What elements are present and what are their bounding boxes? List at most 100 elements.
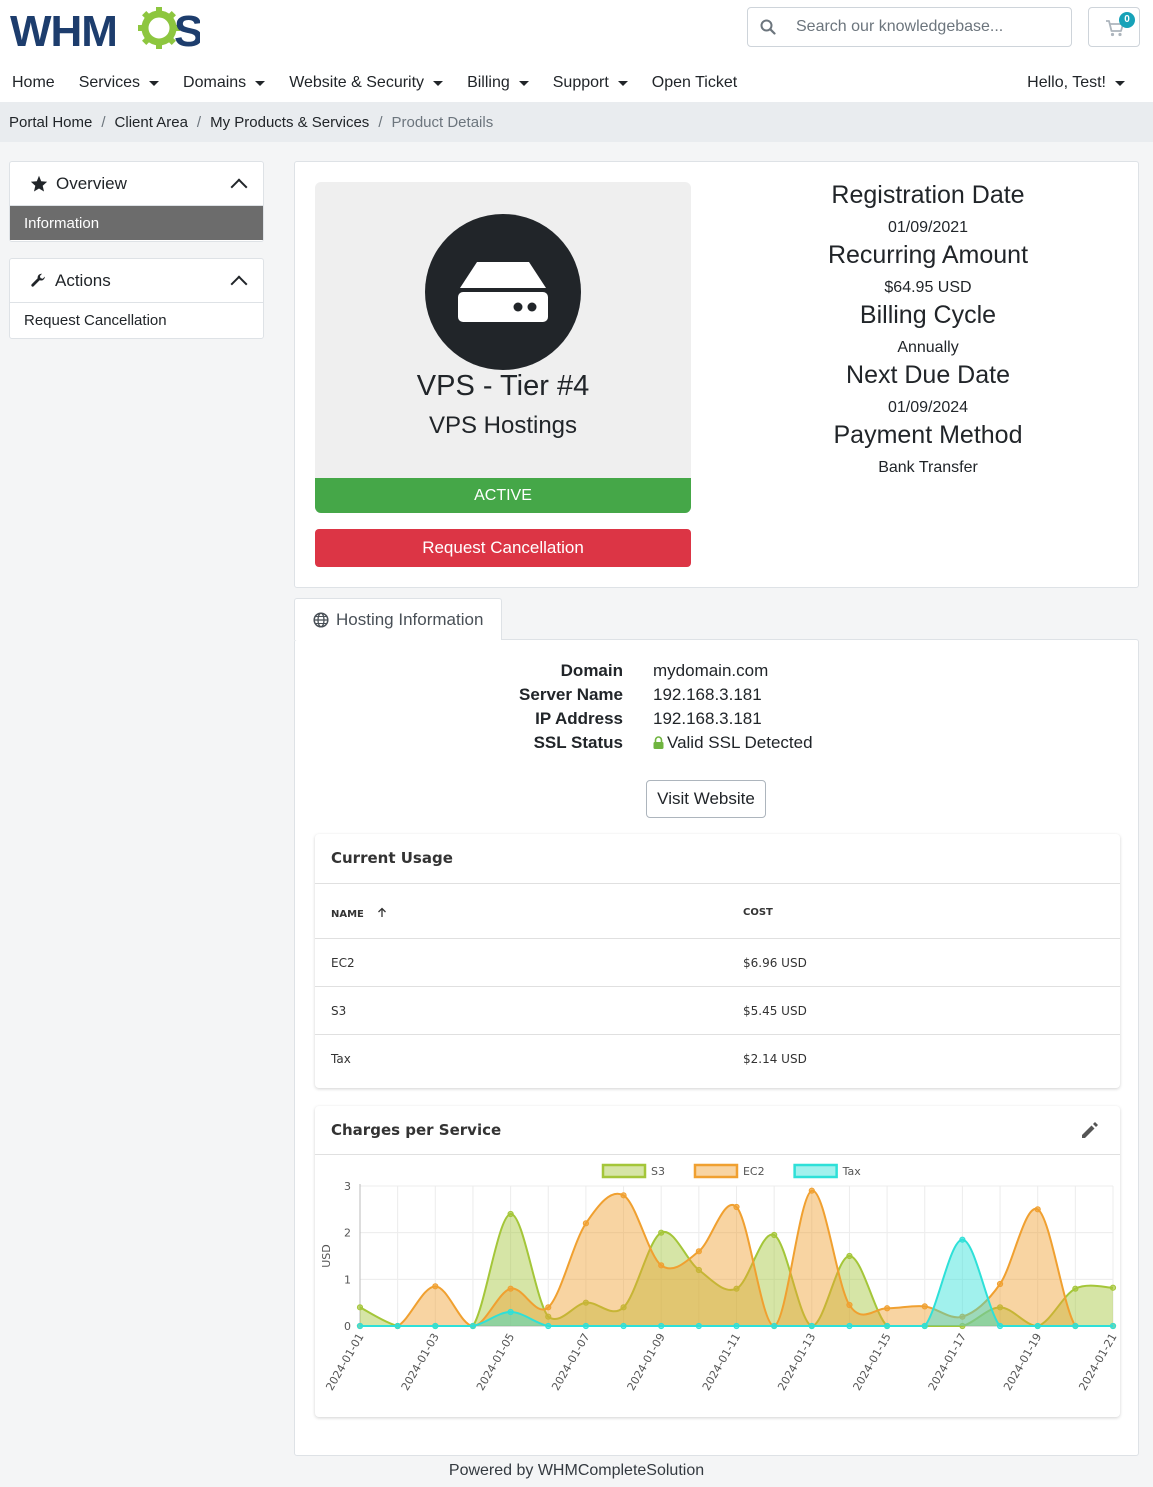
- usage-cost: $2.14 USD: [743, 1052, 807, 1066]
- nav-home[interactable]: Home: [12, 70, 55, 96]
- usage-cost: $6.96 USD: [743, 956, 807, 970]
- nav-label: Domains: [183, 74, 247, 91]
- nav-domains[interactable]: Domains: [183, 70, 266, 96]
- chart-divider: [315, 1154, 1120, 1155]
- lock-icon: [653, 736, 664, 749]
- chart-point-s3: [846, 1252, 853, 1260]
- breadcrumb: Portal Home / Client Area / My Products …: [0, 102, 1153, 142]
- detail-value-registration-date: 01/09/2021: [718, 219, 1138, 241]
- product-card: VPS - Tier #4 VPS Hostings ACTIVE: [315, 182, 691, 513]
- chart-y-tick-label: 3: [344, 1180, 351, 1193]
- caret-down-icon: [433, 80, 444, 86]
- wrench-icon: [31, 273, 45, 287]
- nav-services[interactable]: Services: [79, 70, 160, 96]
- nav-billing[interactable]: Billing: [467, 70, 529, 96]
- detail-label-recurring-amount: Recurring Amount: [718, 241, 1138, 271]
- chart-point-tax: [996, 1322, 1004, 1330]
- usage-name: S3: [331, 1004, 347, 1018]
- nav-label: Billing: [467, 74, 510, 91]
- nav-website-security[interactable]: Website & Security: [289, 70, 444, 96]
- detail-label: Next Due Date: [846, 361, 1010, 389]
- sidebar-actions-header[interactable]: Actions: [10, 259, 263, 303]
- nav-support[interactable]: Support: [553, 70, 628, 96]
- cart-count-badge: 0: [1119, 12, 1135, 28]
- detail-value-billing-cycle: Annually: [718, 339, 1138, 361]
- breadcrumb-client-area[interactable]: Client Area: [115, 114, 188, 131]
- breadcrumb-portal-home[interactable]: Portal Home: [9, 114, 92, 131]
- chart-point-s3: [658, 1229, 665, 1236]
- chevron-up-icon[interactable]: [230, 178, 248, 196]
- chart-y-tick-label: 0: [344, 1320, 351, 1333]
- breadcrumb-separator: /: [196, 113, 202, 131]
- chart-point-tax: [394, 1322, 401, 1330]
- detail-label-billing-cycle: Billing Cycle: [718, 301, 1138, 331]
- chart-point-tax: [469, 1322, 477, 1330]
- chart-point-ec2: [808, 1187, 815, 1194]
- globe-icon: [313, 611, 329, 628]
- search-input[interactable]: [796, 16, 1056, 38]
- table-row: S3 $5.45 USD: [315, 986, 1120, 1034]
- tab-hosting-information[interactable]: Hosting Information: [294, 598, 502, 640]
- chart-x-tick-label: 2024-01-17: [926, 1331, 969, 1393]
- detail-label-registration-date: Registration Date: [718, 181, 1138, 211]
- chart-y-axis-label: USD: [320, 1244, 333, 1268]
- chevron-up-icon[interactable]: [230, 275, 248, 293]
- detail-label: Payment Method: [833, 421, 1023, 449]
- sidebar-overview-header[interactable]: Overview: [10, 162, 263, 206]
- chart-y-tick-label: 1: [344, 1273, 351, 1286]
- chart-x-tick-label: 2024-01-19: [1001, 1331, 1044, 1393]
- hosting-key: IP Address: [535, 709, 623, 728]
- product-group: VPS Hostings: [428, 412, 578, 439]
- top-header: WHM S 0: [0, 0, 1153, 102]
- sidebar-item-request-cancellation[interactable]: Request Cancellation: [10, 303, 263, 338]
- detail-value-payment-method: Bank Transfer: [718, 459, 1138, 481]
- chart-point-tax: [658, 1322, 665, 1330]
- usage-cost: $5.45 USD: [743, 1004, 807, 1018]
- chart-point-tax: [582, 1322, 589, 1330]
- legend-label-s3: S3: [651, 1165, 665, 1178]
- chart-point-tax: [808, 1322, 815, 1330]
- user-menu[interactable]: Hello, Test!: [1027, 70, 1125, 96]
- sidebar-item-label: Request Cancellation: [24, 312, 167, 329]
- detail-value-next-due-date: 01/09/2024: [718, 399, 1138, 421]
- caret-down-icon: [617, 80, 628, 86]
- breadcrumb-my-products[interactable]: My Products & Services: [210, 114, 369, 131]
- pencil-icon[interactable]: [1080, 1120, 1100, 1140]
- chart-point-ec2: [996, 1280, 1004, 1288]
- nav-open-ticket[interactable]: Open Ticket: [652, 70, 737, 96]
- chart-point-tax: [507, 1308, 514, 1316]
- hosting-key: Domain: [560, 661, 623, 680]
- chart-x-tick-label: 2024-01-07: [549, 1331, 592, 1393]
- chart-point-s3: [1072, 1285, 1079, 1292]
- cart-button[interactable]: 0: [1088, 7, 1140, 47]
- sidebar-overview-title: Overview: [56, 173, 127, 193]
- detail-value: 01/09/2024: [887, 399, 969, 416]
- hosting-row-domain: Domain mydomain.com: [315, 661, 1120, 685]
- chart-point-ec2: [582, 1220, 589, 1227]
- knowledgebase-search[interactable]: [747, 7, 1072, 47]
- caret-down-icon: [255, 80, 266, 86]
- usage-table-header: NAME COST: [315, 883, 1120, 938]
- chart-point-tax: [620, 1322, 627, 1330]
- chart-point-ec2: [846, 1301, 853, 1309]
- legend-swatch-ec2: [693, 1163, 739, 1179]
- request-cancellation-button[interactable]: Request Cancellation: [315, 529, 691, 567]
- svg-text:WHM: WHM: [10, 7, 117, 50]
- sidebar-item-information[interactable]: Information: [10, 206, 263, 240]
- chart-point-tax: [733, 1322, 740, 1330]
- chart-point-ec2: [884, 1305, 891, 1312]
- column-header-cost[interactable]: COST: [743, 907, 773, 918]
- column-header-name[interactable]: NAME: [331, 907, 387, 920]
- chart-point-ec2: [507, 1285, 514, 1292]
- current-usage-card: Current Usage NAME COST EC2 $6.96 USD S3…: [315, 834, 1120, 1088]
- whmcs-logo[interactable]: WHM S: [10, 6, 200, 50]
- star-icon: [30, 175, 48, 192]
- visit-website-button[interactable]: Visit Website: [646, 780, 766, 818]
- caret-down-icon: [1115, 80, 1125, 86]
- chart-point-ec2: [545, 1304, 552, 1311]
- sidebar-actions-title: Actions: [55, 270, 111, 290]
- chart-point-ec2: [733, 1203, 740, 1211]
- chart-point-ec2: [658, 1262, 665, 1269]
- chart-point-s3: [771, 1231, 778, 1239]
- detail-value: Bank Transfer: [878, 459, 978, 476]
